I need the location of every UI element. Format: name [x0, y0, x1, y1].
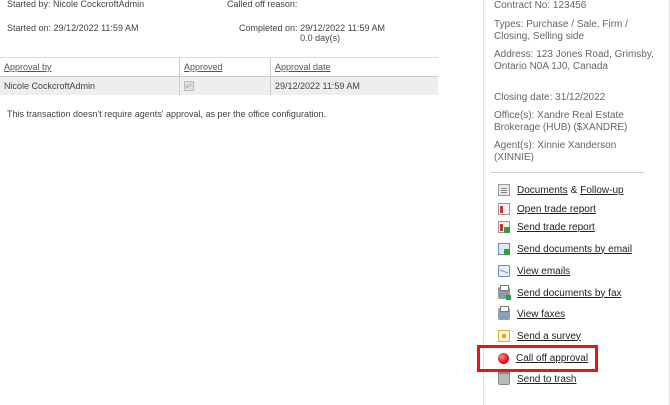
ampersand: & — [570, 184, 578, 196]
view-emails-link[interactable]: View emails — [517, 266, 570, 277]
duration-value: 0.0 day(s) — [300, 33, 341, 43]
envelope-icon — [498, 265, 510, 277]
view-faxes-link[interactable]: View faxes — [517, 309, 565, 320]
survey-icon — [498, 330, 510, 342]
approved-cell — [179, 76, 271, 95]
started-on-value: 29/12/2022 11:59 AM — [53, 23, 139, 33]
closing-date: Closing date: 31/12/2022 — [494, 92, 606, 103]
send-documents-fax-link[interactable]: Send documents by fax — [517, 288, 622, 299]
view-faxes-action[interactable]: View faxes — [498, 306, 565, 322]
call-off-approval-highlight — [477, 345, 598, 372]
send-to-trash-link[interactable]: Send to trash — [517, 374, 576, 385]
property-address: Address: 123 Jones Road, Grimsby, Ontari… — [494, 49, 654, 72]
send-survey-action[interactable]: Send a survey — [498, 328, 581, 344]
table-row: Nicole CockcroftAdmin 29/12/2022 11:59 A… — [0, 76, 438, 95]
send-documents-email-link[interactable]: Send documents by email — [517, 244, 632, 255]
send-documents-email-action[interactable]: Send documents by email — [498, 241, 632, 257]
open-trade-report-link[interactable]: Open trade report — [517, 204, 596, 215]
send-trade-report-action[interactable]: Send trade report — [498, 219, 595, 235]
approval-by-cell: Nicole CockcroftAdmin — [0, 76, 180, 95]
contract-number: Contract No: 123456 — [494, 0, 587, 11]
started-by-line: Started by: Nicole CockcroftAdmin — [7, 0, 144, 9]
fax-icon — [498, 306, 510, 320]
transaction-types: Types: Purchase / Sale, Firm / Closing, … — [494, 19, 628, 42]
trash-icon — [498, 372, 510, 385]
approval-date-cell: 29/12/2022 11:59 AM — [270, 76, 438, 95]
offices: Office(s): Xandre Real Estate Brokerage … — [494, 110, 628, 133]
started-on-label: Started on: — [7, 23, 52, 33]
follow-up-link[interactable]: Follow-up — [580, 185, 623, 196]
approval-note: This transaction doesn't require agents'… — [7, 109, 326, 119]
transaction-approval-panel: Started by: Nicole CockcroftAdmin Called… — [0, 0, 480, 405]
agents: Agent(s): Xinnie Xanderson (XINNIE) — [494, 140, 617, 163]
fax-send-icon — [498, 285, 511, 300]
email-send-icon — [498, 243, 510, 255]
send-survey-link[interactable]: Send a survey — [517, 331, 581, 342]
send-trade-report-icon — [498, 221, 510, 233]
approved-checkbox — [184, 81, 194, 92]
started-by-value: Nicole CockcroftAdmin — [53, 0, 145, 9]
documents-icon — [498, 184, 510, 196]
approval-table: Approval by Approved Approval date Nicol… — [0, 57, 438, 95]
column-approval-by[interactable]: Approval by — [0, 57, 180, 77]
send-trade-report-link[interactable]: Send trade report — [517, 222, 595, 233]
documents-follow-up-action: Documents & Follow-up — [498, 182, 624, 198]
started-on-line: Started on: 29/12/2022 11:59 AM — [7, 23, 138, 33]
called-off-reason-line: Called off reason: — [227, 0, 297, 9]
completed-on-label: Completed on: — [239, 23, 298, 33]
trade-report-icon — [498, 203, 510, 215]
completed-on-line: Completed on: 29/12/2022 11:59 AM 0.0 da… — [239, 23, 385, 43]
started-by-label: Started by: — [7, 0, 51, 9]
called-off-reason-label: Called off reason: — [227, 0, 298, 9]
approval-table-header: Approval by Approved Approval date — [0, 57, 438, 77]
sidebar-divider — [491, 172, 644, 173]
send-documents-fax-action[interactable]: Send documents by fax — [498, 285, 622, 301]
send-to-trash-action[interactable]: Send to trash — [498, 371, 576, 387]
documents-link[interactable]: Documents — [517, 185, 568, 196]
view-emails-action[interactable]: View emails — [498, 263, 570, 279]
open-trade-report-action[interactable]: Open trade report — [498, 201, 596, 217]
column-approved[interactable]: Approved — [179, 57, 271, 77]
completed-on-values: 29/12/2022 11:59 AM 0.0 day(s) — [300, 23, 385, 43]
column-approval-date[interactable]: Approval date — [270, 57, 438, 77]
completed-on-value: 29/12/2022 11:59 AM — [300, 23, 385, 33]
